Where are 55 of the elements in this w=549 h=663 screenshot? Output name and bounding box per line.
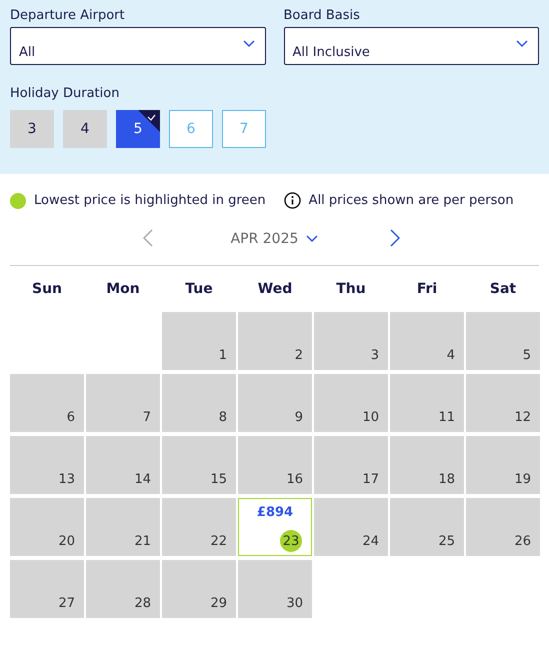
day-cell: 9 bbox=[238, 374, 312, 432]
day-cell: 12 bbox=[466, 374, 540, 432]
day-cell: 15 bbox=[162, 436, 236, 494]
day-cell: 30 bbox=[238, 560, 312, 618]
day-number: 23 bbox=[280, 530, 302, 552]
duration-option[interactable]: 5 bbox=[116, 110, 160, 148]
day-cell: 27 bbox=[10, 560, 84, 618]
duration-option[interactable]: 4 bbox=[63, 110, 107, 148]
day-cell: 2 bbox=[238, 312, 312, 370]
legend-text: Lowest price is highlighted in green bbox=[34, 193, 266, 208]
day-cell: 11 bbox=[390, 374, 464, 432]
day-cell: 20 bbox=[10, 498, 84, 556]
day-cell[interactable]: £894 23 bbox=[238, 498, 312, 556]
info-text: All prices shown are per person bbox=[308, 193, 514, 208]
month-dropdown[interactable]: APR 2025 bbox=[230, 231, 318, 247]
dropdown-field[interactable]: All bbox=[10, 27, 266, 65]
legend-dot bbox=[10, 192, 26, 208]
chevron-down-icon bbox=[242, 40, 254, 48]
price-text: £894 bbox=[256, 505, 294, 520]
weekday-header: Sat bbox=[488, 280, 518, 299]
weekday-header: Wed bbox=[256, 280, 294, 299]
day-cell: 10 bbox=[314, 374, 388, 432]
weekday-header: Fri bbox=[416, 280, 438, 299]
day-cell: 17 bbox=[314, 436, 388, 494]
day-cell: 16 bbox=[238, 436, 312, 494]
day-cell: 6 bbox=[10, 374, 84, 432]
board-label: Board Basis bbox=[284, 8, 361, 23]
weekday-header: Sun bbox=[30, 280, 64, 299]
chevron-down-icon bbox=[516, 40, 528, 48]
day-cell: 14 bbox=[86, 436, 160, 494]
day-cell: 19 bbox=[466, 436, 540, 494]
day-cell: 26 bbox=[466, 498, 540, 556]
day-cell: 18 bbox=[390, 436, 464, 494]
day-cell: 29 bbox=[162, 560, 236, 618]
day-cell: 28 bbox=[86, 560, 160, 618]
day-cell: 5 bbox=[466, 312, 540, 370]
day-cell: 7 bbox=[86, 374, 160, 432]
dropdown-field[interactable]: All Inclusive bbox=[284, 27, 539, 65]
day-cell: 22 bbox=[162, 498, 236, 556]
day-cell: 8 bbox=[162, 374, 236, 432]
weekday-header: Tue bbox=[184, 280, 214, 299]
duration-option[interactable]: 3 bbox=[10, 110, 54, 148]
day-cell: 21 bbox=[86, 498, 160, 556]
departure-label: Departure Airport bbox=[10, 8, 126, 23]
day-cell: 3 bbox=[314, 312, 388, 370]
day-cell: 13 bbox=[10, 436, 84, 494]
day-cell: 4 bbox=[390, 312, 464, 370]
weekday-header: Thu bbox=[335, 280, 367, 299]
day-cell: 1 bbox=[162, 312, 236, 370]
day-cell: 25 bbox=[390, 498, 464, 556]
duration-label: Holiday Duration bbox=[10, 86, 120, 101]
chevron-down-icon bbox=[306, 235, 318, 243]
info-icon bbox=[284, 192, 301, 209]
day-cell: 24 bbox=[314, 498, 388, 556]
weekday-header: Mon bbox=[105, 280, 141, 299]
